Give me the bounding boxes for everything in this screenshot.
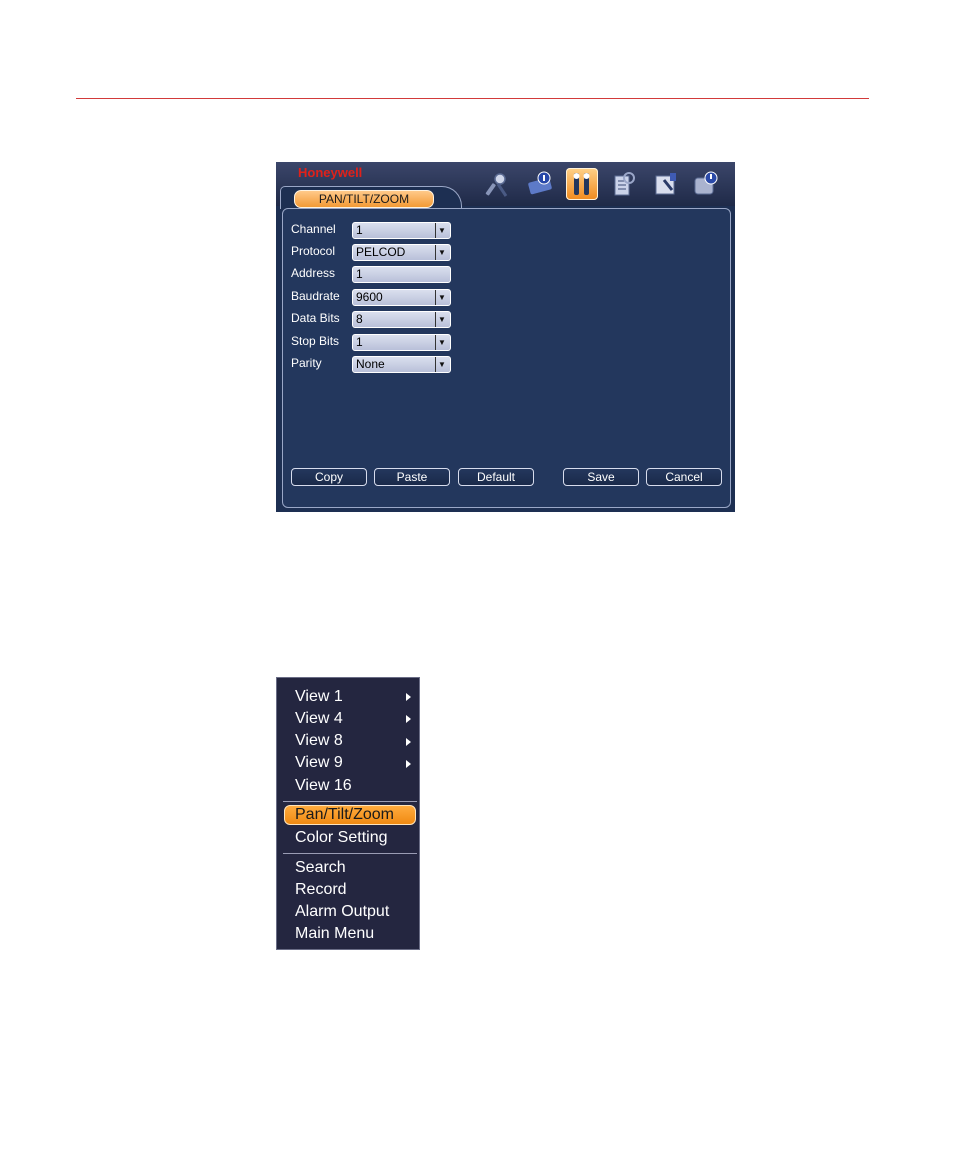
chevron-down-icon: ▼ [435,223,448,238]
stop-bits-label: Stop Bits [291,334,340,348]
protocol-select[interactable]: PELCOD ▼ [352,244,451,261]
search-camera-icon[interactable] [482,168,514,200]
baudrate-select[interactable]: 9600 ▼ [352,289,451,306]
stop-bits-select[interactable]: 1 ▼ [352,334,451,351]
chevron-right-icon [406,715,411,723]
ptz-settings-window: Honeywell PAN/TILT/ZOOM Channel 1 ▼ Prot… [276,162,735,512]
channel-value: 1 [356,223,363,237]
tab-pan-tilt-zoom[interactable]: PAN/TILT/ZOOM [294,190,434,208]
data-bits-select[interactable]: 8 ▼ [352,311,451,328]
context-menu: View 1 View 4 View 8 View 9 View 16 Pan/… [276,677,420,950]
menu-item-view-1[interactable]: View 1 [295,686,343,708]
address-label: Address [291,266,336,280]
channel-select[interactable]: 1 ▼ [352,222,451,239]
save-button[interactable]: Save [563,468,639,486]
menu-item-pan-tilt-zoom[interactable]: Pan/Tilt/Zoom [295,805,394,827]
brand-logo: Honeywell [298,165,363,180]
advanced-icon[interactable] [608,168,640,200]
address-value: 1 [356,267,363,281]
parity-label: Parity [291,356,322,370]
backup-icon[interactable] [650,168,682,200]
chevron-right-icon [406,693,411,701]
shutdown-icon[interactable] [690,168,722,200]
parity-select[interactable]: None ▼ [352,356,451,373]
menu-item-alarm-output[interactable]: Alarm Output [295,901,389,923]
menu-separator [283,853,417,854]
chevron-down-icon: ▼ [435,312,448,327]
chevron-right-icon [406,738,411,746]
menu-item-view-4[interactable]: View 4 [295,708,343,730]
cancel-button[interactable]: Cancel [646,468,722,486]
chevron-down-icon: ▼ [435,290,448,305]
chevron-down-icon: ▼ [435,357,448,372]
chevron-right-icon [406,760,411,768]
menu-item-record[interactable]: Record [295,879,347,901]
menu-item-view-16[interactable]: View 16 [295,775,352,797]
data-bits-label: Data Bits [291,311,340,325]
data-bits-value: 8 [356,312,363,326]
menu-item-color-setting[interactable]: Color Setting [295,827,388,849]
chevron-down-icon: ▼ [435,335,448,350]
copy-button[interactable]: Copy [291,468,367,486]
protocol-value: PELCOD [356,245,406,259]
menu-item-search[interactable]: Search [295,857,346,879]
parity-value: None [356,357,385,371]
protocol-label: Protocol [291,244,336,258]
menu-item-view-8[interactable]: View 8 [295,730,343,752]
stop-bits-value: 1 [356,335,363,349]
channel-label: Channel [291,222,336,236]
info-icon[interactable] [524,168,556,200]
tools-icon[interactable] [566,168,598,200]
default-button[interactable]: Default [458,468,534,486]
paste-button[interactable]: Paste [374,468,450,486]
chevron-down-icon: ▼ [435,245,448,260]
menu-separator [283,801,417,802]
address-input[interactable]: 1 [352,266,451,283]
menu-item-main-menu[interactable]: Main Menu [295,923,374,945]
ptz-settings-panel: Channel 1 ▼ Protocol PELCOD ▼ Address 1 … [282,208,731,508]
menu-item-view-9[interactable]: View 9 [295,752,343,774]
baudrate-label: Baudrate [291,289,340,303]
baudrate-value: 9600 [356,290,383,304]
page-header-rule [76,98,869,99]
